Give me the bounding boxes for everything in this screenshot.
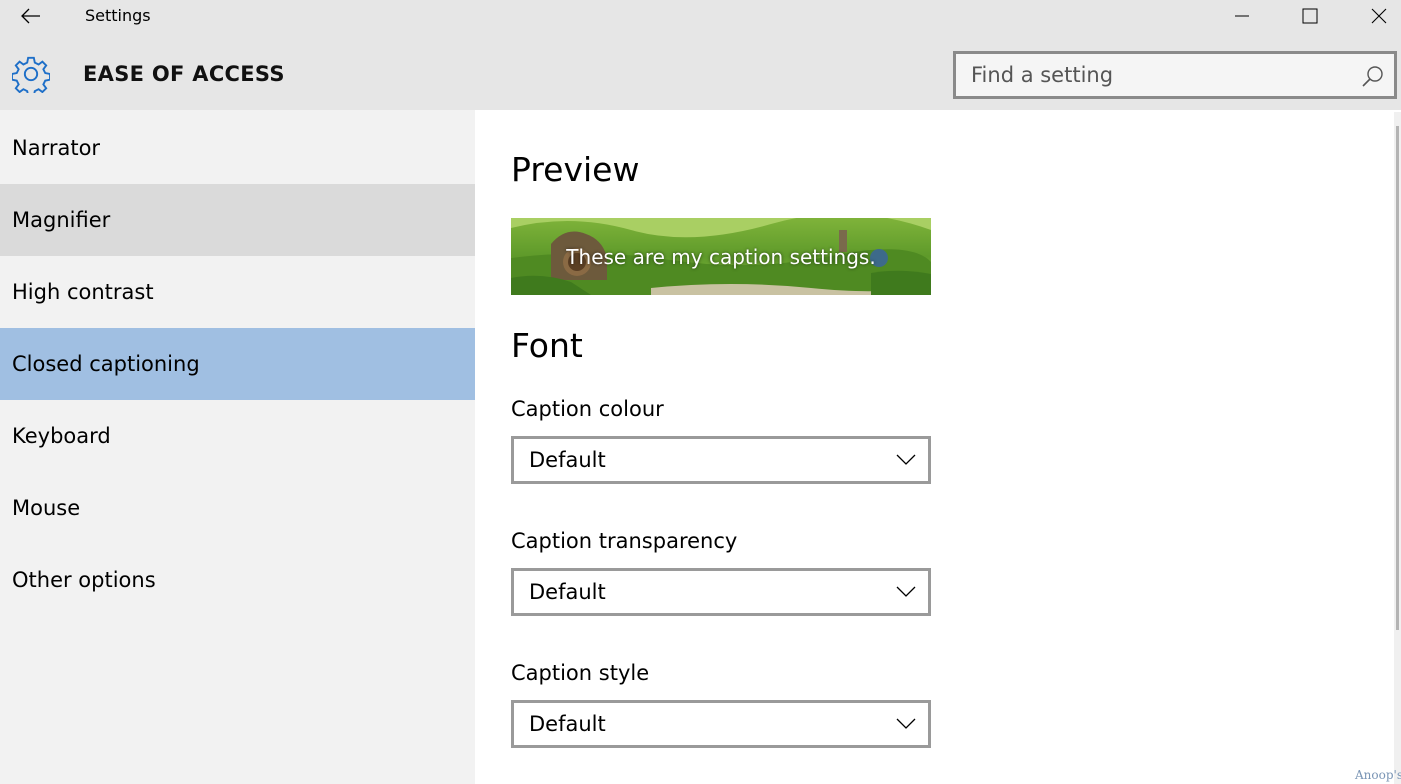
dropdown-value: Default xyxy=(529,712,606,736)
watermark: Anoop's xyxy=(1355,768,1401,782)
caption-preview: These are my caption settings. xyxy=(511,218,931,295)
sidebar-item-label: Narrator xyxy=(12,136,101,160)
dropdown-value: Default xyxy=(529,448,606,472)
caption-transparency-dropdown[interactable]: Default xyxy=(511,568,931,616)
close-button[interactable] xyxy=(1345,0,1401,32)
dropdown-value: Default xyxy=(529,580,606,604)
caption-style-dropdown[interactable]: Default xyxy=(511,700,931,748)
search-input[interactable] xyxy=(971,55,1361,95)
section-title: EASE OF ACCESS xyxy=(83,62,285,86)
caption-colour-dropdown[interactable]: Default xyxy=(511,436,931,484)
settings-header: EASE OF ACCESS xyxy=(0,32,1401,110)
arrow-left-icon xyxy=(21,8,40,24)
sidebar-item-label: Keyboard xyxy=(12,424,111,448)
app-title: Settings xyxy=(85,6,151,25)
sidebar-item-narrator[interactable]: Narrator xyxy=(0,112,475,184)
sidebar-item-label: Magnifier xyxy=(12,208,111,232)
search-icon[interactable] xyxy=(1362,65,1384,87)
sidebar: Narrator Magnifier High contrast Closed … xyxy=(0,110,475,784)
title-bar: Settings xyxy=(0,0,1401,32)
scrollbar-thumb[interactable] xyxy=(1396,126,1399,630)
close-icon xyxy=(1371,8,1387,24)
preview-heading: Preview xyxy=(511,150,640,189)
caption-colour-label: Caption colour xyxy=(511,397,664,421)
sidebar-item-label: Other options xyxy=(12,568,156,592)
chevron-down-icon xyxy=(896,718,916,729)
maximize-button[interactable] xyxy=(1276,0,1344,32)
preview-caption-text: These are my caption settings. xyxy=(566,244,876,269)
back-button[interactable] xyxy=(14,2,48,30)
maximize-icon xyxy=(1302,8,1318,24)
gear-icon xyxy=(12,56,50,93)
vertical-scrollbar[interactable] xyxy=(1394,112,1401,784)
search-box[interactable] xyxy=(953,51,1397,99)
sidebar-item-label: Closed captioning xyxy=(12,352,200,376)
sidebar-item-other-options[interactable]: Other options xyxy=(0,544,475,616)
sidebar-item-keyboard[interactable]: Keyboard xyxy=(0,400,475,472)
minimize-icon xyxy=(1235,15,1249,17)
caption-style-label: Caption style xyxy=(511,661,650,685)
sidebar-item-label: High contrast xyxy=(12,280,154,304)
main-content: Preview These are my caption settings. F… xyxy=(475,110,1401,784)
sidebar-item-magnifier[interactable]: Magnifier xyxy=(0,184,475,256)
caption-transparency-label: Caption transparency xyxy=(511,529,738,553)
chevron-down-icon xyxy=(896,454,916,465)
sidebar-item-closed-captioning[interactable]: Closed captioning xyxy=(0,328,475,400)
font-heading: Font xyxy=(511,326,583,365)
sidebar-item-high-contrast[interactable]: High contrast xyxy=(0,256,475,328)
sidebar-item-mouse[interactable]: Mouse xyxy=(0,472,475,544)
sidebar-item-label: Mouse xyxy=(12,496,81,520)
chevron-down-icon xyxy=(896,586,916,597)
minimize-button[interactable] xyxy=(1208,0,1276,32)
